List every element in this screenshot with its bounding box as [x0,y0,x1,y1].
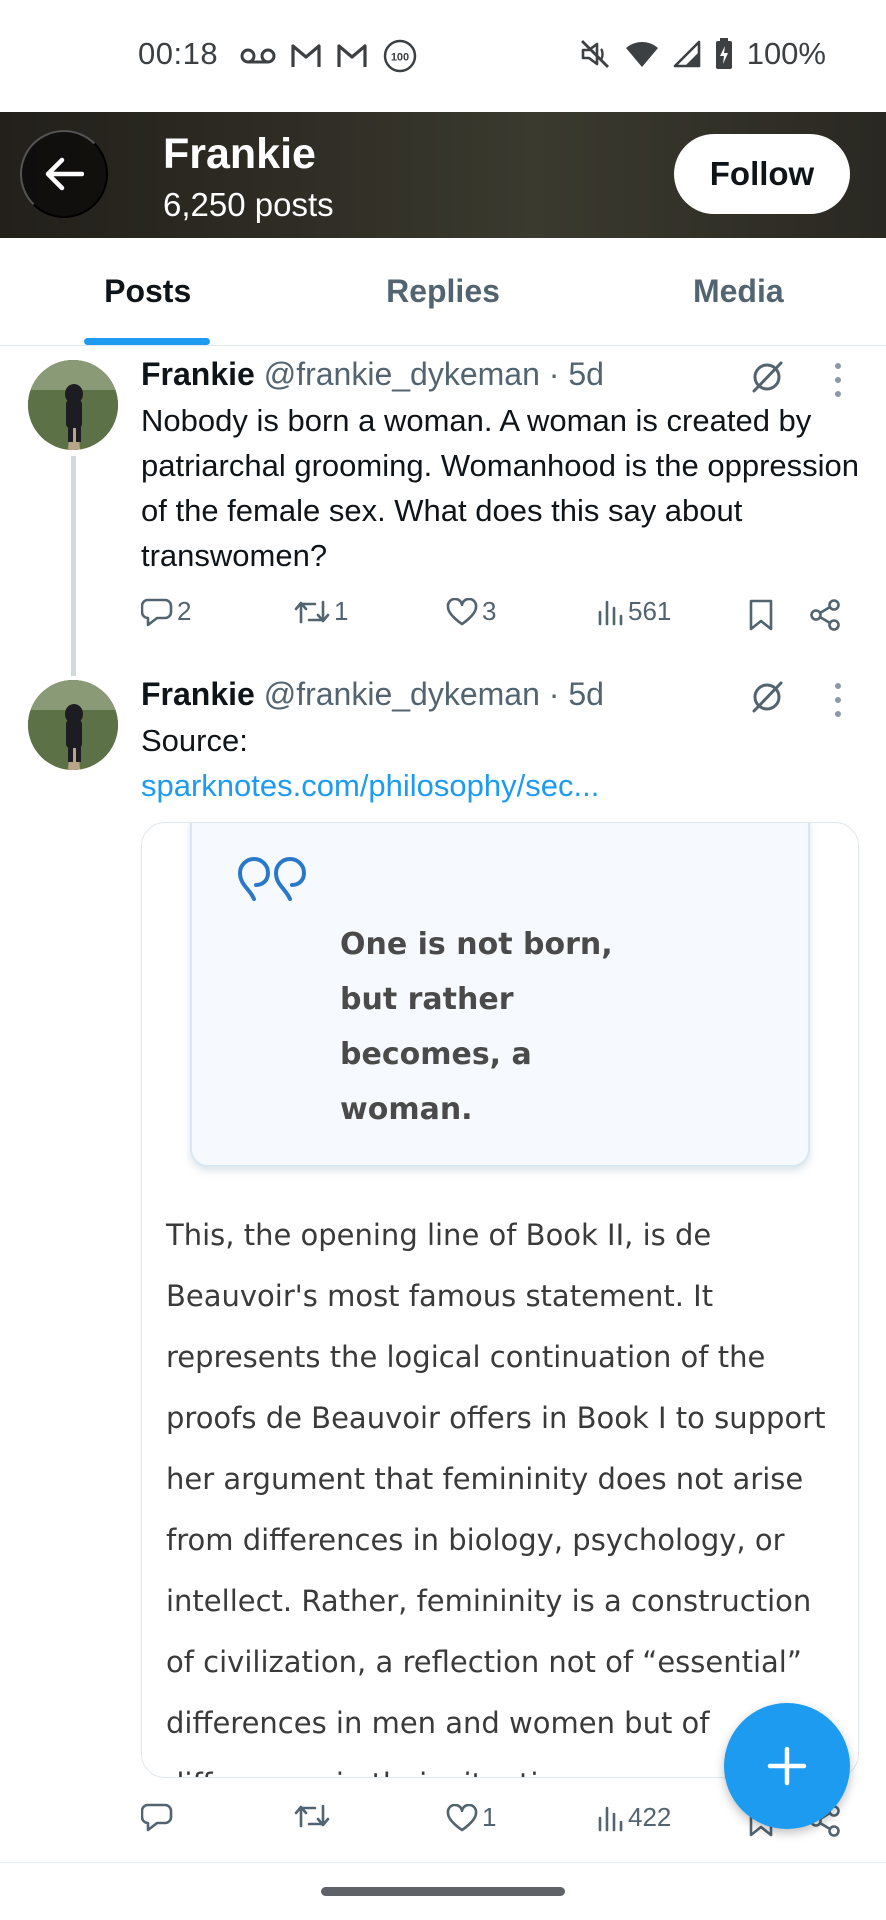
like-button[interactable]: 3 [446,596,496,627]
gmail-icon [337,44,367,67]
like-count: 3 [482,596,497,626]
author-name[interactable]: Frankie [141,676,255,712]
link-preview-card[interactable]: One is not born, but rather becomes, a w… [141,822,859,1778]
profile-name: Frankie [163,130,316,178]
reply-button[interactable] [141,1802,177,1832]
post-actions: 2 1 3 561 [141,596,861,636]
follow-button[interactable]: Follow [674,134,850,214]
post-text: Nobody is born a woman. A woman is creat… [141,403,859,573]
voicemail-icon [240,48,276,64]
avatar[interactable] [28,680,118,770]
view-count: 561 [628,596,672,626]
tab-media[interactable]: Media [591,238,886,345]
active-tab-indicator [84,338,210,345]
status-bar: 00:18 100 100% [0,0,886,112]
reply-button[interactable]: 2 [141,596,191,627]
compose-button[interactable] [724,1703,850,1829]
post[interactable]: Frankie @frankie_dykeman · 5d Nobody is … [0,346,886,676]
post-count: 6,250 posts [163,186,334,223]
card-body-text: This, the opening line of Book II, is de… [166,1218,826,1777]
thread-line [71,456,76,676]
svg-text:100: 100 [391,52,409,64]
repost-icon [294,600,330,623]
home-indicator[interactable] [321,1887,565,1896]
repost-button[interactable]: 1 [294,596,348,627]
profile-tabs: Posts Replies Media [0,238,886,346]
quote-block: One is not born, but rather becomes, a w… [190,823,810,1167]
post-header: Frankie @frankie_dykeman · 5d [141,356,604,393]
arrow-left-icon [45,157,84,191]
heart-icon [446,597,478,625]
tab-label: Replies [386,273,500,309]
divider [0,1862,886,1863]
reply-icon [141,1803,173,1832]
gmail-icon [291,44,321,67]
quote-marks-icon [237,857,307,901]
author-name[interactable]: Frankie [141,356,255,392]
views-icon [598,1806,623,1831]
system-icons: 100% [579,36,826,72]
mute-icon [580,40,609,68]
profile-header: Frankie 6,250 posts Follow [0,112,886,238]
share-icon[interactable] [809,598,841,632]
wifi-icon [625,42,658,67]
tab-replies[interactable]: Replies [295,238,590,345]
view-count: 422 [628,1802,672,1832]
avatar-image [28,360,118,450]
author-handle-time: @frankie_dykeman · 5d [263,676,604,712]
post-header: Frankie @frankie_dykeman · 5d [141,676,604,713]
back-button[interactable] [20,130,108,218]
heart-icon [446,1803,478,1831]
post-text: Source: sparknotes.com/philosophy/sec... [141,718,861,808]
battery-charging-icon [715,38,732,69]
avatar[interactable] [28,360,118,450]
views-button[interactable]: 422 [596,1802,671,1833]
signal-icon [673,40,701,68]
like-button[interactable]: 1 [446,1802,496,1833]
repost-button[interactable] [294,1802,334,1830]
more-options-icon[interactable] [834,680,842,720]
grok-icon[interactable] [748,358,786,396]
views-icon [598,600,623,625]
plus-icon [767,1746,807,1786]
repost-count: 1 [334,596,349,626]
battery-percentage: 100% [746,36,826,71]
notification-count-icon: 100 [383,39,417,73]
reply-count: 2 [177,596,192,626]
source-link[interactable]: sparknotes.com/philosophy/sec... [141,763,861,808]
notification-icons: 100 [240,38,418,74]
clock: 00:18 [138,36,219,71]
reply-icon [141,598,173,626]
tab-posts[interactable]: Posts [0,238,295,345]
more-options-icon[interactable] [834,360,842,400]
bookmark-icon[interactable] [747,598,775,632]
avatar-image [28,680,118,770]
post-text-line: Source: [141,723,248,758]
tab-label: Media [692,273,784,309]
tab-label: Posts [104,273,192,309]
like-count: 1 [482,1802,497,1832]
repost-icon [294,1804,330,1828]
quote-text: One is not born, but rather becomes, a w… [340,927,613,1127]
author-handle-time: @frankie_dykeman · 5d [263,356,604,392]
views-button[interactable]: 561 [596,596,671,627]
grok-icon[interactable] [748,678,786,716]
